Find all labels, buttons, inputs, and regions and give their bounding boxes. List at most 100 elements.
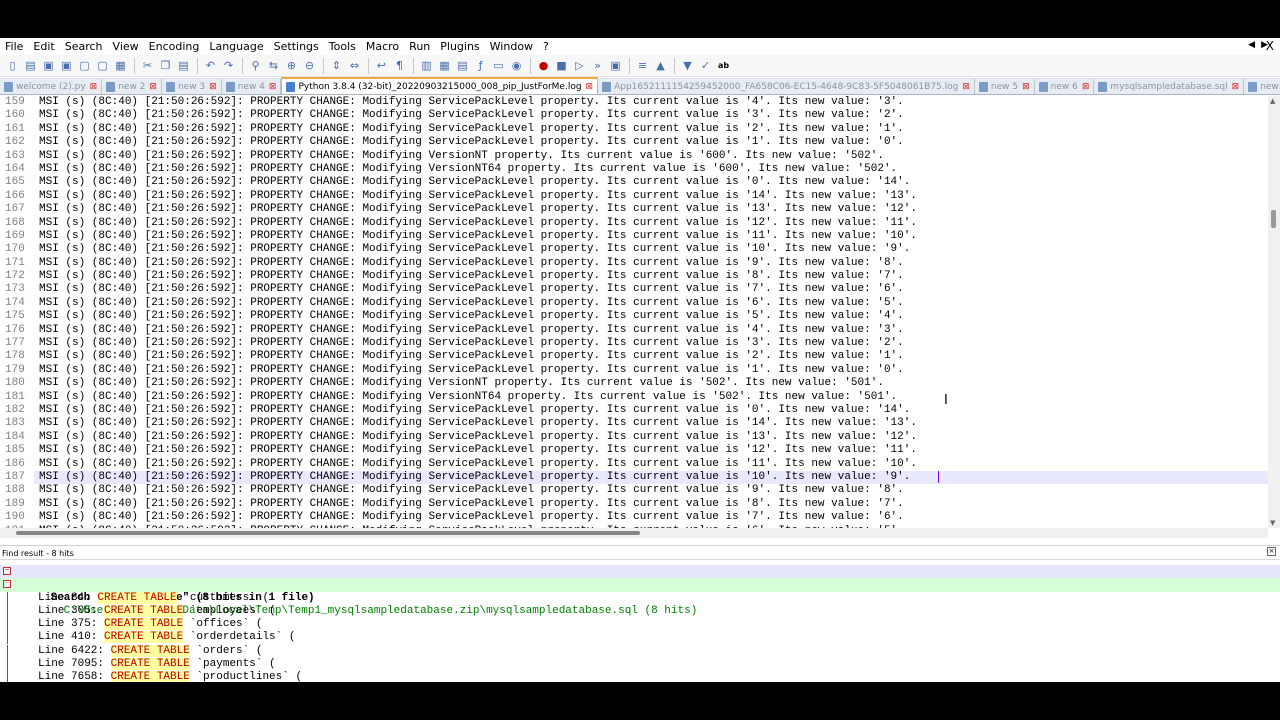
menu-edit[interactable]: Edit (28, 40, 59, 53)
tab-close-icon[interactable]: ⊠ (269, 82, 277, 92)
save-icon[interactable]: ▣ (40, 58, 57, 74)
scroll-down-arrow-icon[interactable]: ▼ (1270, 519, 1275, 527)
save-macro-icon[interactable]: ▣ (607, 58, 624, 74)
close-all-icon[interactable]: ▢ (94, 58, 111, 74)
find-result-panel[interactable]: − Search "create table" (8 hits in 1 fil… (0, 565, 1280, 682)
tab-close-icon[interactable]: ⊠ (962, 82, 970, 92)
scroll-up-arrow-icon[interactable]: ▲ (1270, 97, 1275, 105)
code-line[interactable]: 168 MSI (s) (8C:40) [21:50:26:592]: PROPE… (0, 216, 1268, 230)
record-icon[interactable]: ● (535, 58, 552, 74)
menu-macro[interactable]: Macro (361, 40, 404, 53)
code-line[interactable]: 185 MSI (s) (8C:40) [21:50:26:592]: PROPE… (0, 444, 1268, 458)
tab-scroll-arrows[interactable]: ◀▶ (1248, 40, 1274, 50)
doc-map-icon[interactable]: ▤ (454, 58, 471, 74)
show-all-chars-icon[interactable]: ¶ (391, 58, 408, 74)
code-line[interactable]: 183 MSI (s) (8C:40) [21:50:26:592]: PROPE… (0, 417, 1268, 431)
vertical-scrollbar[interactable]: ▲ ▼ (1268, 96, 1280, 528)
cut-icon[interactable]: ✂ (139, 58, 156, 74)
code-line[interactable]: 177 MSI (s) (8C:40) [21:50:26:592]: PROPE… (0, 337, 1268, 351)
sync-v-icon[interactable]: ⇕ (328, 58, 345, 74)
tab-mysqlsampledatabase-sql[interactable]: mysqlsampledatabase.sql ⊠ (1094, 79, 1245, 94)
spell-check-icon[interactable]: ✓ (697, 58, 714, 74)
tab-new-3[interactable]: new 3 ⊠ (161, 79, 222, 94)
code-line[interactable]: 167 MSI (s) (8C:40) [21:50:26:592]: PROPE… (0, 203, 1268, 217)
find-icon[interactable]: ⚲ (247, 58, 264, 74)
function-list-icon[interactable]: ƒ (472, 58, 489, 74)
code-line[interactable]: 180 MSI (s) (8C:40) [21:50:26:592]: PROPE… (0, 377, 1268, 391)
monitor-icon[interactable]: ◉ (508, 58, 525, 74)
code-line[interactable]: 178 MSI (s) (8C:40) [21:50:26:592]: PROPE… (0, 350, 1268, 364)
code-line[interactable]: 176 MSI (s) (8C:40) [21:50:26:592]: PROPE… (0, 323, 1268, 338)
code-line[interactable]: 172 MSI (s) (8C:40) [21:50:26:592]: PROPE… (0, 270, 1268, 284)
redo-icon[interactable]: ↷ (220, 58, 237, 74)
code-line[interactable]: 189 MSI (s) (8C:40) [21:50:26:592]: PROPE… (0, 497, 1268, 512)
horizontal-scrollbar[interactable] (0, 528, 1268, 538)
menu-run[interactable]: Run (404, 40, 435, 53)
code-line[interactable]: 175 MSI (s) (8C:40) [21:50:26:592]: PROPE… (0, 310, 1268, 324)
tab-close-icon[interactable]: ⊠ (1082, 82, 1090, 92)
code-line[interactable]: 174 MSI (s) (8C:40) [21:50:26:592]: PROPE… (0, 296, 1268, 311)
vertical-scrollbar-thumb[interactable] (1271, 210, 1276, 228)
tab-app1652111154259452000-fa658c06-ec15-464[interactable]: App1652111154259452000_FA658C06-EC15-464… (598, 79, 975, 94)
indent-guide-icon[interactable]: ▥ (418, 58, 435, 74)
zoom-out-icon[interactable]: ⊖ (301, 58, 318, 74)
code-line[interactable]: 160 MSI (s) (8C:40) [21:50:26:592]: PROPE… (0, 109, 1268, 123)
tab-new-8[interactable]: new 8⊠ (1244, 79, 1280, 94)
code-line[interactable]: 162 MSI (s) (8C:40) [21:50:26:592]: PROPE… (0, 136, 1268, 150)
tab-close-icon[interactable]: ⊠ (1022, 82, 1030, 92)
horizontal-scrollbar-thumb[interactable] (16, 531, 640, 535)
code-line[interactable]: 164 MSI (s) (8C:40) [21:50:26:592]: PROPE… (0, 162, 1268, 177)
hit-line[interactable]: Line 305: CREATE TABLE `employees` ( (0, 604, 1280, 618)
menu-help[interactable]: ? (538, 40, 554, 53)
play-icon[interactable]: ▷ (571, 58, 588, 74)
code-line[interactable]: 173 MSI (s) (8C:40) [21:50:26:592]: PROPE… (0, 283, 1268, 297)
word-wrap-icon[interactable]: ↩ (373, 58, 390, 74)
copy-icon[interactable]: ❐ (157, 58, 174, 74)
hit-line[interactable]: Line 375: CREATE TABLE `offices` ( (0, 618, 1280, 632)
editor-text-area[interactable]: 159 MSI (s) (8C:40) [21:50:26:592]: PROPE… (0, 96, 1268, 528)
tab-close-icon[interactable]: ⊠ (149, 82, 157, 92)
menu-language[interactable]: Language (204, 40, 268, 53)
hit-line[interactable]: Line 34: CREATE TABLE `customers` ( (0, 591, 1280, 605)
menu-settings[interactable]: Settings (269, 40, 324, 53)
tab-close-icon[interactable]: ⊠ (1232, 82, 1240, 92)
menu-view[interactable]: View (108, 40, 144, 53)
menu-plugins[interactable]: Plugins (435, 40, 484, 53)
compare-prev-icon[interactable]: ▲ (652, 58, 669, 74)
code-line[interactable]: 159 MSI (s) (8C:40) [21:50:26:592]: PROPE… (0, 96, 1268, 110)
fold-minus-icon[interactable]: − (3, 580, 11, 589)
menu-window[interactable]: Window (485, 40, 538, 53)
tab-close-icon[interactable]: ⊠ (586, 82, 594, 92)
menu-tools[interactable]: Tools (324, 40, 361, 53)
panel-splitter[interactable] (0, 538, 1280, 546)
code-line[interactable]: 163 MSI (s) (8C:40) [21:50:26:592]: PROPE… (0, 149, 1268, 163)
close-icon[interactable]: ▢ (76, 58, 93, 74)
play-multi-icon[interactable]: » (589, 58, 606, 74)
tab-close-icon[interactable]: ⊠ (209, 82, 217, 92)
compare-icon[interactable]: ≡ (634, 58, 651, 74)
hit-line[interactable]: Line 7095: CREATE TABLE `payments` ( (0, 658, 1280, 672)
print-icon[interactable]: ▦ (112, 58, 129, 74)
menu-file[interactable]: File (0, 40, 28, 53)
folder-icon[interactable]: ▭ (490, 58, 507, 74)
lang-icon[interactable]: ▦ (436, 58, 453, 74)
tab-close-icon[interactable]: ⊠ (90, 82, 98, 92)
code-line[interactable]: 188 MSI (s) (8C:40) [21:50:26:592]: PROPE… (0, 484, 1268, 498)
tab-welcome-2-py[interactable]: welcome (2).py ⊠ (0, 79, 103, 94)
zoom-in-icon[interactable]: ⊕ (283, 58, 300, 74)
code-line[interactable]: 182 MSI (s) (8C:40) [21:50:26:592]: PROPE… (0, 403, 1268, 418)
code-line[interactable]: 165 MSI (s) (8C:40) [21:50:26:592]: PROPE… (0, 176, 1268, 190)
code-line[interactable]: 186 MSI (s) (8C:40) [21:50:26:592]: PROPE… (0, 457, 1268, 471)
tab-python-3-8-4-32-bit-20220903215000-008-p[interactable]: Python 3.8.4 (32-bit)_20220903215000_008… (281, 77, 599, 94)
code-line[interactable]: 190 MSI (s) (8C:40) [21:50:26:592]: PROPE… (0, 511, 1268, 525)
hit-line[interactable]: Line 6422: CREATE TABLE `orders` ( (0, 644, 1280, 658)
stop-icon[interactable]: ■ (553, 58, 570, 74)
code-line[interactable]: 161 MSI (s) (8C:40) [21:50:26:592]: PROPE… (0, 122, 1268, 137)
code-line[interactable]: 171 MSI (s) (8C:40) [21:50:26:592]: PROPE… (0, 256, 1268, 271)
hit-line[interactable]: Line 410: CREATE TABLE `orderdetails` ( (0, 631, 1280, 645)
code-line[interactable]: 179 MSI (s) (8C:40) [21:50:26:592]: PROPE… (0, 363, 1268, 378)
fold-minus-icon[interactable]: − (3, 567, 11, 575)
hit-line[interactable]: Line 7658: CREATE TABLE `productlines` ( (0, 671, 1280, 682)
code-line[interactable]: 170 MSI (s) (8C:40) [21:50:26:592]: PROPE… (0, 243, 1268, 257)
abc-icon[interactable]: ab (715, 58, 732, 74)
